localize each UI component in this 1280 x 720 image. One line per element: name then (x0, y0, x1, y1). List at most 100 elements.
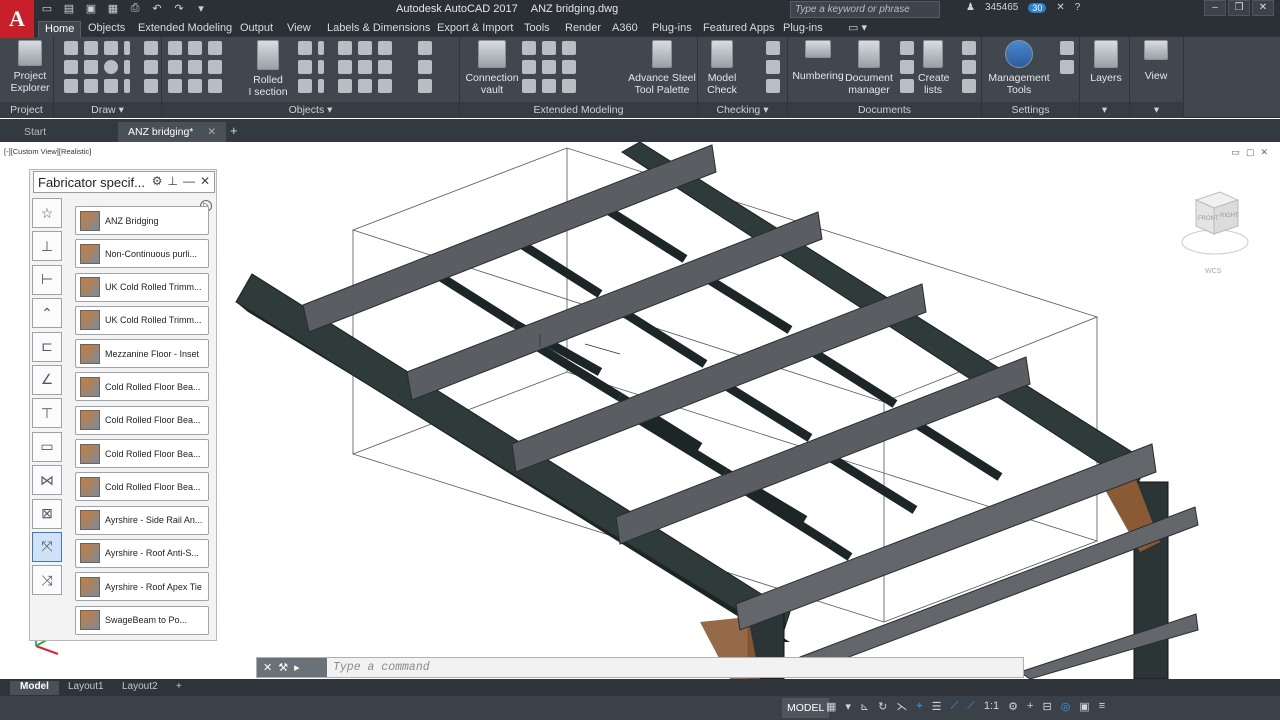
grating-icon[interactable] (168, 79, 182, 93)
view-button[interactable]: View (1134, 40, 1178, 82)
arch-icon[interactable] (522, 41, 536, 55)
ellipse-icon[interactable] (104, 79, 118, 93)
user-icon[interactable]: ♟ (966, 2, 975, 13)
plate-edit-icon[interactable] (378, 41, 392, 55)
palette-item[interactable]: Ayrshire - Roof Anti-S... (75, 538, 209, 568)
isodraft-icon[interactable]: ⋋ (896, 700, 907, 713)
palette-item[interactable]: Cold Rolled Floor Bea... (75, 439, 209, 469)
save-as-icon[interactable]: ▦ (106, 2, 120, 15)
nc-icon[interactable] (962, 79, 976, 93)
close-command-icon[interactable]: ✕ (263, 661, 272, 674)
palette-item[interactable]: UK Cold Rolled Trimm... (75, 272, 209, 302)
save-icon[interactable]: ▣ (84, 2, 98, 15)
weld-line-icon[interactable] (358, 79, 372, 93)
plus-icon[interactable]: + (1027, 700, 1033, 713)
spiral-icon[interactable] (542, 79, 556, 93)
favorites-tab-icon[interactable]: ☆ (32, 198, 62, 228)
tab-featured-apps[interactable]: Featured Apps (697, 21, 781, 37)
tab-export-import[interactable]: Export & Import (431, 21, 519, 37)
viewcube[interactable]: FRONT RIGHT (1180, 184, 1250, 274)
frame-icon[interactable] (542, 41, 556, 55)
grating-pattern-icon[interactable] (418, 41, 432, 55)
tool-icon[interactable] (562, 41, 576, 55)
undo-icon[interactable]: ↶ (150, 2, 164, 15)
palette-item[interactable]: Ayrshire - Side Rail An... (75, 505, 209, 535)
customize-status-icon[interactable]: ≡ (1099, 700, 1105, 713)
plate-tab-icon[interactable]: ▭ (32, 431, 62, 462)
annotation-scale[interactable]: 1:1 (984, 700, 999, 713)
defaults-icon[interactable] (1060, 41, 1074, 55)
plate-square-icon[interactable] (338, 41, 352, 55)
line-icon[interactable] (84, 41, 98, 55)
advance-steel-tool-palette-button[interactable]: Advance Steel Tool Palette (626, 40, 698, 96)
rolled-i-section-button[interactable]: Rolled I section (248, 40, 288, 98)
audit-icon[interactable] (766, 60, 780, 74)
osnap-icon[interactable]: ⌖ (916, 700, 922, 713)
palette-item[interactable]: Non-Continuous purli... (75, 239, 209, 269)
spline-icon[interactable] (64, 60, 78, 74)
auto-scale-icon[interactable]: ⟋ (967, 700, 975, 713)
panel-title-draw[interactable]: Draw ▾ (54, 102, 161, 118)
project-explorer-button[interactable]: Project Explorer (8, 40, 52, 94)
tab-labels-dimensions[interactable]: Labels & Dimensions (321, 21, 436, 37)
numbering-button[interactable]: Numbering (790, 40, 846, 82)
maximize-viewport-icon[interactable]: ▢ (1246, 147, 1255, 158)
fabricator-tab-icon[interactable]: ⤧ (32, 531, 62, 562)
customize-qat-icon[interactable]: ▾ (194, 2, 208, 15)
lineweight-icon[interactable]: ☰ (932, 700, 942, 713)
doc-tab-active[interactable]: ANZ bridging* ✕ (118, 122, 227, 142)
annotation-visibility-icon[interactable]: ⟋ (950, 700, 958, 713)
new-tab-icon[interactable]: + (230, 123, 238, 138)
viewport-label[interactable]: [-][Custom View][Realistic] (4, 147, 91, 156)
viewcube-right-label[interactable]: RIGHT (1220, 213, 1239, 219)
roof-tab-icon[interactable]: ⌃ (32, 298, 62, 329)
palette-item[interactable]: Ayrshire - Roof Apex Tie (75, 572, 209, 602)
model-space-button[interactable]: MODEL (782, 698, 830, 718)
circle-icon[interactable] (104, 60, 118, 74)
cage-icon[interactable] (522, 79, 536, 93)
special-part-icon[interactable] (298, 79, 312, 93)
user-name[interactable]: 345465 (985, 2, 1018, 13)
beam-tab-icon[interactable]: ⊢ (32, 264, 62, 295)
drawing-viewport[interactable]: [-][Custom View][Realistic] ▭ ▢ ✕ FRONT … (0, 142, 1280, 679)
polygon-icon[interactable] (64, 79, 78, 93)
drawing-style-icon[interactable] (900, 41, 914, 55)
stud-icon[interactable] (378, 60, 392, 74)
flat-bar-icon[interactable] (298, 41, 312, 55)
command-input[interactable]: Type a command (333, 661, 430, 674)
view-icon[interactable] (144, 79, 158, 93)
shorten-icon[interactable] (208, 79, 222, 93)
viewcube-front-label[interactable]: FRONT (1198, 216, 1219, 222)
column-icon[interactable] (168, 41, 182, 55)
angle-tab-icon[interactable]: ∠ (32, 364, 62, 395)
hardware-acceleration-icon[interactable]: ◎ (1061, 700, 1071, 713)
beam-icon[interactable] (188, 41, 202, 55)
restore-button[interactable]: ❐ (1228, 0, 1250, 16)
view-dropdown-icon[interactable]: ▾ (1130, 102, 1183, 118)
cut-icon[interactable] (188, 79, 202, 93)
open-icon[interactable]: ▤ (62, 2, 76, 15)
ortho-icon[interactable]: ⊾ (860, 700, 869, 713)
dropdown-icon[interactable] (124, 79, 130, 93)
minimize-icon[interactable]: — (183, 174, 195, 188)
recent-commands-icon[interactable]: ▸ (294, 661, 300, 674)
plate-polygon-icon[interactable] (358, 41, 372, 55)
layers-button[interactable]: Layers (1084, 40, 1128, 84)
snap-icon[interactable]: ▾ (845, 700, 851, 713)
palette-item[interactable]: Mezzanine Floor - Inset (75, 339, 209, 369)
pin-icon[interactable]: ⊥ (167, 174, 177, 188)
misc-tab-icon[interactable]: ⤨ (32, 565, 62, 596)
construction-line-icon[interactable] (84, 60, 98, 74)
palette-item[interactable]: Cold Rolled Floor Bea... (75, 372, 209, 402)
tab-a360[interactable]: A360 (606, 21, 644, 37)
close-icon[interactable]: ✕ (200, 174, 210, 188)
tab-plugins-2[interactable]: Plug-ins (777, 21, 829, 37)
grid-icon[interactable] (144, 41, 158, 55)
add-layout-icon[interactable]: + (166, 681, 192, 695)
layers-dropdown-icon[interactable]: ▾ (1080, 102, 1129, 118)
hole-icon[interactable] (338, 60, 352, 74)
close-tab-icon[interactable]: ✕ (207, 126, 216, 138)
truss-tab-icon[interactable]: ⋈ (32, 465, 62, 496)
anchor-icon[interactable] (208, 60, 222, 74)
bom-icon[interactable] (962, 41, 976, 55)
